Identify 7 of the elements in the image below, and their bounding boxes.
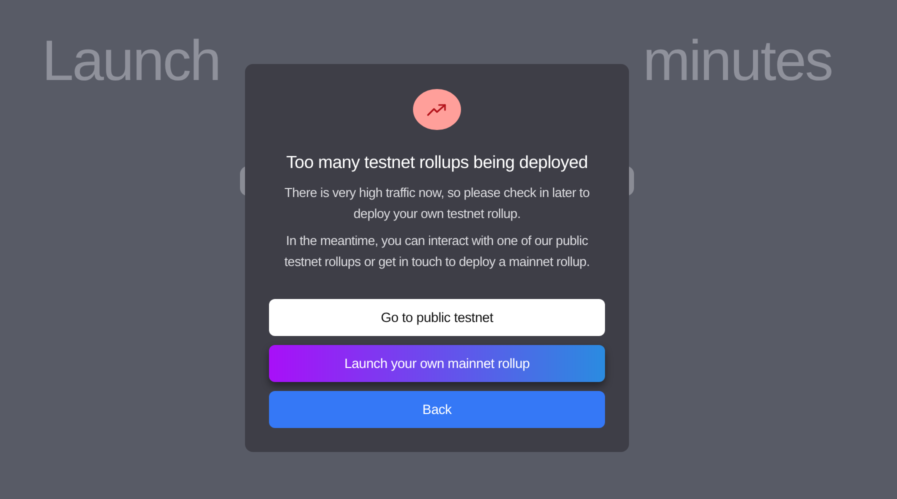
dialog-message: In the meantime, you can interact with one of our public testnet rollups or get in touch to deploy a mainnet rollup. bbox=[283, 232, 591, 271]
dialog-message: There is very high traffic now, so please check in later to deploy your own testnet rollup. bbox=[283, 184, 591, 223]
back-button[interactable]: Back bbox=[269, 391, 605, 428]
dialog-title: Too many testnet rollups being deployed bbox=[286, 152, 588, 173]
trend-up-icon bbox=[413, 89, 461, 130]
launch-mainnet-button[interactable]: Launch your own mainnet rollup bbox=[269, 345, 605, 382]
public-testnet-button[interactable]: Go to public testnet bbox=[269, 299, 605, 336]
